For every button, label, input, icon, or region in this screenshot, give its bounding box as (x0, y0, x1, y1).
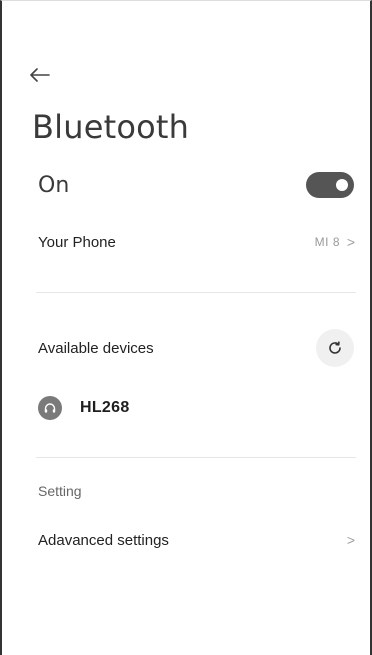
chevron-right-icon: > (346, 234, 356, 250)
toggle-knob (336, 179, 348, 191)
bluetooth-toggle[interactable] (306, 172, 354, 198)
divider (36, 457, 356, 458)
section-heading-setting: Setting (38, 483, 82, 499)
available-devices-header: Available devices (2, 328, 370, 368)
refresh-button[interactable] (316, 329, 354, 367)
headphones-icon (44, 403, 56, 413)
available-devices-label: Available devices (38, 339, 154, 357)
your-phone-label: Your Phone (38, 233, 116, 251)
back-button[interactable] (30, 59, 62, 91)
device-avatar (38, 396, 62, 420)
advanced-settings-row[interactable]: Adavanced settings > (2, 523, 370, 557)
device-item[interactable]: HL268 (2, 391, 370, 425)
advanced-settings-label: Adavanced settings (38, 531, 169, 549)
bluetooth-toggle-row: On (2, 165, 370, 205)
bluetooth-state-label: On (38, 172, 70, 198)
your-phone-row[interactable]: Your Phone MI 8 > (2, 225, 370, 259)
divider (36, 292, 356, 293)
page-title: Bluetooth (32, 108, 190, 146)
arrow-left-icon (30, 68, 50, 82)
chevron-right-icon: > (346, 532, 356, 548)
refresh-icon (329, 341, 341, 354)
bluetooth-settings-screen: Bluetooth On Your Phone MI 8 > Available… (0, 0, 372, 655)
phone-name-value: MI 8 (314, 235, 340, 249)
device-name: HL268 (80, 399, 130, 416)
